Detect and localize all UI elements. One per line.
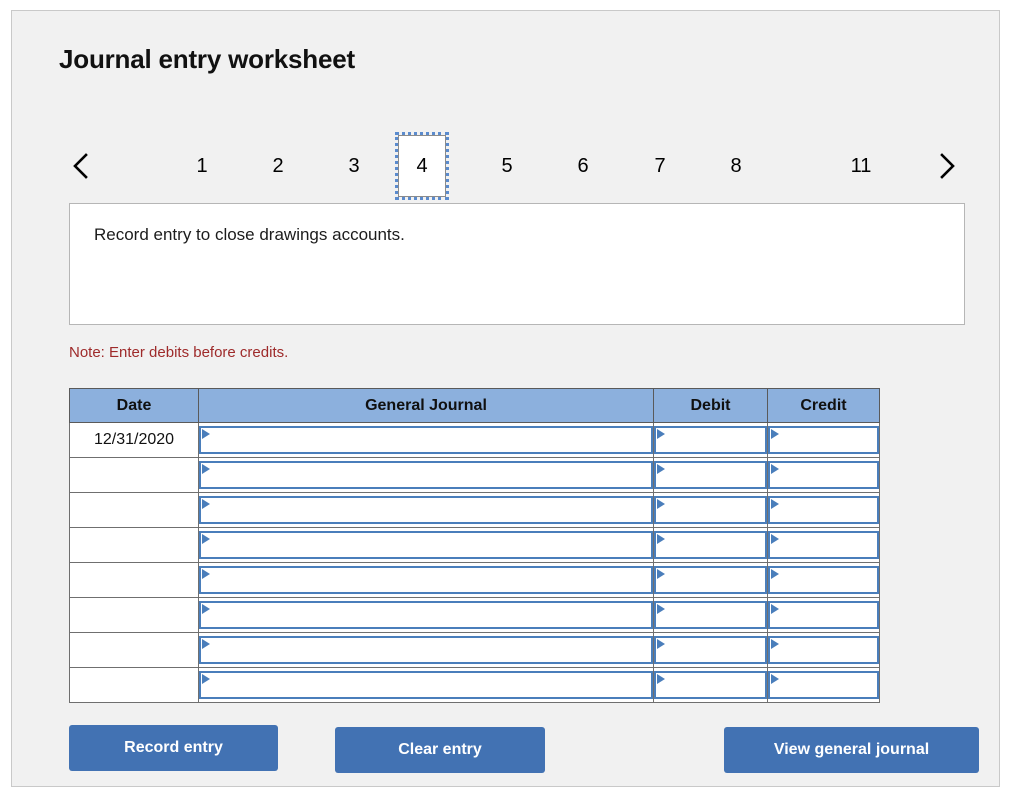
date-cell[interactable] — [69, 527, 199, 563]
table-body: 12/31/2020 — [69, 422, 880, 703]
pagination-page-2[interactable]: 2 — [253, 135, 303, 197]
table-row — [69, 667, 880, 703]
general-journal-input[interactable] — [199, 671, 653, 699]
credit-input[interactable] — [768, 636, 879, 664]
date-cell[interactable] — [69, 492, 199, 528]
table-header-row: Date General Journal Debit Credit — [69, 388, 880, 423]
general-journal-input[interactable] — [199, 461, 653, 489]
chevron-left-icon[interactable] — [61, 135, 101, 197]
debit-cell — [653, 597, 768, 633]
date-cell[interactable] — [69, 667, 199, 703]
view-general-journal-button[interactable]: View general journal — [724, 727, 979, 773]
general-journal-cell — [198, 632, 654, 668]
credit-cell — [767, 562, 880, 598]
pagination-page-3[interactable]: 3 — [329, 135, 379, 197]
pagination-page-5[interactable]: 5 — [482, 135, 532, 197]
pagination-page-list: 1 2 3 4 5 6 7 8 11 — [105, 132, 925, 200]
table-row — [69, 457, 880, 493]
debit-input[interactable] — [654, 461, 767, 489]
credit-cell — [767, 527, 880, 563]
general-journal-cell — [198, 597, 654, 633]
debit-cell — [653, 422, 768, 458]
debit-input[interactable] — [654, 671, 767, 699]
general-journal-cell — [198, 492, 654, 528]
instruction-text: Record entry to close drawings accounts. — [94, 225, 405, 244]
credit-cell — [767, 492, 880, 528]
chevron-right-icon[interactable] — [927, 135, 967, 197]
general-journal-input[interactable] — [199, 601, 653, 629]
table-row: 12/31/2020 — [69, 422, 880, 458]
general-journal-cell — [198, 667, 654, 703]
clear-entry-button[interactable]: Clear entry — [335, 727, 545, 773]
credit-cell — [767, 422, 880, 458]
credit-input[interactable] — [768, 671, 879, 699]
pagination-page-8[interactable]: 8 — [711, 135, 761, 197]
credit-input[interactable] — [768, 426, 879, 454]
debit-input[interactable] — [654, 601, 767, 629]
debit-cell — [653, 562, 768, 598]
debits-before-credits-note: Note: Enter debits before credits. — [69, 344, 289, 361]
pagination-bar: 1 2 3 4 5 6 7 8 11 — [57, 132, 967, 200]
debit-input[interactable] — [654, 426, 767, 454]
column-header-credit: Credit — [767, 388, 880, 423]
column-header-general-journal: General Journal — [198, 388, 654, 423]
date-cell[interactable] — [69, 457, 199, 493]
general-journal-input[interactable] — [199, 426, 653, 454]
table-header: Date General Journal Debit Credit — [69, 388, 880, 423]
date-cell[interactable] — [69, 597, 199, 633]
column-header-debit: Debit — [653, 388, 768, 423]
journal-entry-table: Date General Journal Debit Credit 12/31/… — [69, 388, 880, 703]
credit-cell — [767, 667, 880, 703]
instruction-panel: Record entry to close drawings accounts. — [69, 203, 965, 325]
general-journal-input[interactable] — [199, 566, 653, 594]
debit-cell — [653, 632, 768, 668]
debit-cell — [653, 492, 768, 528]
general-journal-input[interactable] — [199, 531, 653, 559]
record-entry-button[interactable]: Record entry — [69, 725, 278, 771]
credit-input[interactable] — [768, 461, 879, 489]
page-title: Journal entry worksheet — [59, 44, 355, 74]
credit-cell — [767, 457, 880, 493]
general-journal-cell — [198, 457, 654, 493]
debit-cell — [653, 527, 768, 563]
general-journal-cell — [198, 562, 654, 598]
debit-input[interactable] — [654, 496, 767, 524]
credit-input[interactable] — [768, 601, 879, 629]
general-journal-cell — [198, 422, 654, 458]
table-row — [69, 632, 880, 668]
debit-cell — [653, 457, 768, 493]
credit-input[interactable] — [768, 566, 879, 594]
credit-cell — [767, 632, 880, 668]
table-row — [69, 492, 880, 528]
debit-input[interactable] — [654, 636, 767, 664]
pagination-page-7[interactable]: 7 — [635, 135, 685, 197]
column-header-date: Date — [69, 388, 199, 423]
credit-input[interactable] — [768, 496, 879, 524]
journal-entry-worksheet-card: Journal entry worksheet 1 2 3 4 5 6 7 8 11 Recor… — [11, 10, 1000, 787]
credit-input[interactable] — [768, 531, 879, 559]
pagination-page-1[interactable]: 1 — [177, 135, 227, 197]
credit-cell — [767, 597, 880, 633]
general-journal-input[interactable] — [199, 496, 653, 524]
date-cell[interactable]: 12/31/2020 — [69, 422, 199, 458]
debit-cell — [653, 667, 768, 703]
table-row — [69, 562, 880, 598]
table-row — [69, 527, 880, 563]
pagination-page-11[interactable]: 11 — [836, 135, 886, 197]
debit-input[interactable] — [654, 566, 767, 594]
date-cell[interactable] — [69, 562, 199, 598]
general-journal-cell — [198, 527, 654, 563]
pagination-page-6[interactable]: 6 — [558, 135, 608, 197]
debit-input[interactable] — [654, 531, 767, 559]
pagination-page-4[interactable]: 4 — [395, 132, 449, 200]
general-journal-input[interactable] — [199, 636, 653, 664]
date-cell[interactable] — [69, 632, 199, 668]
table-row — [69, 597, 880, 633]
